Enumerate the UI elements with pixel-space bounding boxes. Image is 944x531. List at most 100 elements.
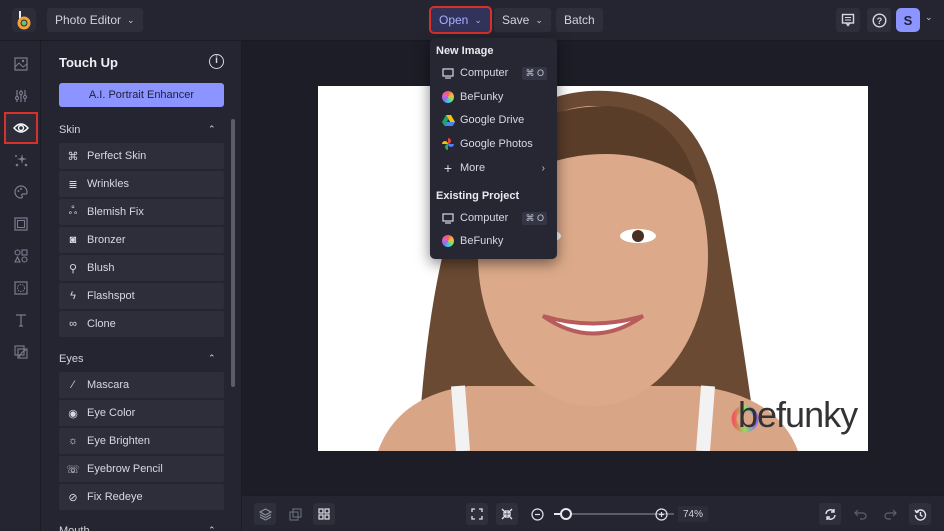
tool-eye-color[interactable]: ◉ Eye Color bbox=[59, 400, 224, 426]
google-drive-icon bbox=[436, 114, 460, 126]
tool-label: Eyebrow Pencil bbox=[87, 463, 163, 475]
chevron-down-icon: ⌄ bbox=[127, 14, 135, 25]
actual-size-button[interactable] bbox=[496, 503, 518, 525]
undo-icon bbox=[853, 509, 867, 520]
rail-textures[interactable] bbox=[6, 338, 36, 366]
touch-up-panel: Touch Up i A.I. Portrait Enhancer Skin ⌃… bbox=[41, 41, 242, 531]
tool-flashspot[interactable]: ϟ Flashspot bbox=[59, 283, 224, 309]
help-button[interactable]: ? bbox=[867, 8, 891, 32]
tool-mascara[interactable]: ⁄ Mascara bbox=[59, 372, 224, 398]
rail-overlays[interactable] bbox=[6, 274, 36, 302]
tool-label: Bronzer bbox=[87, 234, 126, 246]
flashspot-icon: ϟ bbox=[70, 290, 76, 302]
rail-artsy[interactable] bbox=[6, 178, 36, 206]
chevron-up-icon[interactable]: ⌃ bbox=[208, 124, 216, 135]
eye-icon bbox=[13, 123, 29, 133]
palette-icon bbox=[14, 185, 28, 199]
tool-clone[interactable]: ∞ Clone bbox=[59, 311, 224, 337]
rail-text[interactable] bbox=[6, 306, 36, 334]
tool-eyebrow-pencil[interactable]: ☏ Eyebrow Pencil bbox=[59, 456, 224, 482]
help-icon: ? bbox=[871, 12, 887, 28]
befunky-watermark: befunky bbox=[738, 394, 858, 435]
menu-item-label: Google Photos bbox=[460, 138, 533, 150]
befunky-icon bbox=[436, 235, 460, 247]
plus-icon: + bbox=[443, 160, 453, 176]
replace-image-button[interactable] bbox=[819, 503, 841, 525]
zoom-slider-thumb[interactable] bbox=[560, 508, 572, 520]
menu-item-existing-befunky[interactable]: BeFunky bbox=[436, 231, 551, 251]
top-bar: Photo Editor ⌄ Open ⌄ Save ⌄ Batch ? S ⌄ bbox=[0, 0, 944, 41]
tool-blemish-fix[interactable]: ஃ Blemish Fix bbox=[59, 199, 224, 225]
info-icon[interactable]: i bbox=[209, 54, 224, 69]
panel-scrollbar[interactable] bbox=[231, 119, 235, 387]
user-avatar[interactable]: S bbox=[896, 8, 920, 32]
rail-edit[interactable] bbox=[6, 82, 36, 110]
menu-item-label: More bbox=[460, 162, 486, 174]
tool-blush[interactable]: ⚲ Blush bbox=[59, 255, 224, 281]
tool-bronzer[interactable]: ◙ Bronzer bbox=[59, 227, 224, 253]
rail-effects[interactable] bbox=[6, 146, 36, 174]
rail-graphics[interactable] bbox=[6, 242, 36, 270]
tool-label: Flashspot bbox=[87, 290, 135, 302]
menu-item-google-photos[interactable]: Google Photos bbox=[436, 134, 551, 154]
batch-button[interactable]: Batch bbox=[556, 8, 603, 32]
menu-item-label: BeFunky bbox=[460, 91, 504, 103]
overlay-icon bbox=[14, 281, 28, 295]
rail-frames[interactable] bbox=[6, 210, 36, 238]
chevron-up-icon[interactable]: ⌃ bbox=[208, 525, 216, 531]
tool-label: Mascara bbox=[87, 379, 130, 391]
menu-item-google-drive[interactable]: Google Drive bbox=[436, 110, 551, 130]
batch-label: Batch bbox=[564, 13, 595, 27]
save-label: Save bbox=[502, 13, 530, 27]
monitor-icon bbox=[436, 212, 460, 224]
eyebrow-pencil-icon: ☏ bbox=[66, 463, 80, 476]
tool-perfect-skin[interactable]: ⌘ Perfect Skin bbox=[59, 143, 224, 169]
menu-item-label: Google Drive bbox=[460, 114, 525, 126]
menu-item-label: BeFunky bbox=[460, 235, 504, 247]
zoom-out-icon bbox=[530, 507, 544, 521]
compare-icon bbox=[288, 507, 302, 521]
tool-label: Blemish Fix bbox=[87, 206, 144, 218]
open-button[interactable]: Open ⌄ bbox=[429, 6, 492, 34]
redo-button[interactable] bbox=[879, 503, 901, 525]
tool-label: Eye Color bbox=[87, 407, 136, 419]
menu-item-label: Computer bbox=[460, 67, 509, 79]
rail-touch-up[interactable] bbox=[4, 112, 38, 144]
tool-label: Wrinkles bbox=[87, 178, 129, 190]
rail-image-manager[interactable] bbox=[6, 50, 36, 78]
layers-button[interactable] bbox=[254, 503, 276, 525]
tool-fix-redeye[interactable]: ⊘ Fix Redeye bbox=[59, 484, 224, 510]
undo-button[interactable] bbox=[849, 503, 871, 525]
menu-item-new-computer[interactable]: Computer ⌘ O bbox=[436, 63, 551, 83]
comments-button[interactable] bbox=[836, 8, 860, 32]
photo-editor-label: Photo Editor bbox=[55, 13, 122, 27]
ai-portrait-enhancer-button[interactable]: A.I. Portrait Enhancer bbox=[59, 83, 224, 107]
menu-item-existing-computer[interactable]: Computer ⌘ O bbox=[436, 208, 551, 228]
photo-canvas[interactable]: befunky bbox=[318, 86, 868, 451]
chevron-up-icon[interactable]: ⌃ bbox=[208, 353, 216, 364]
tool-wrinkles[interactable]: ≣ Wrinkles bbox=[59, 171, 224, 197]
zoom-in-button[interactable] bbox=[650, 503, 672, 525]
blemish-fix-icon: ஃ bbox=[68, 205, 78, 217]
zoom-value[interactable]: 74% bbox=[678, 506, 708, 522]
menu-item-new-befunky[interactable]: BeFunky bbox=[436, 87, 551, 107]
tool-eye-brighten[interactable]: ☼ Eye Brighten bbox=[59, 428, 224, 454]
zoom-out-button[interactable] bbox=[526, 503, 548, 525]
eye-color-icon: ◉ bbox=[68, 407, 78, 420]
grid-view-button[interactable] bbox=[313, 503, 335, 525]
photo-editor-menu[interactable]: Photo Editor ⌄ bbox=[47, 8, 143, 32]
redo-icon bbox=[883, 509, 897, 520]
fit-to-screen-button[interactable] bbox=[466, 503, 488, 525]
chevron-down-icon[interactable]: ⌄ bbox=[925, 12, 933, 23]
layers-icon bbox=[258, 507, 272, 521]
tool-label: Perfect Skin bbox=[87, 150, 147, 162]
monitor-icon bbox=[436, 67, 460, 79]
befunky-logo-icon[interactable] bbox=[12, 8, 36, 32]
shrink-icon bbox=[501, 508, 513, 520]
save-button[interactable]: Save ⌄ bbox=[494, 8, 551, 32]
history-button[interactable] bbox=[909, 503, 931, 525]
tool-label: Eye Brighten bbox=[87, 435, 150, 447]
wrinkles-icon: ≣ bbox=[68, 178, 78, 191]
menu-item-more[interactable]: + More › bbox=[436, 158, 551, 178]
compare-button[interactable] bbox=[284, 503, 306, 525]
